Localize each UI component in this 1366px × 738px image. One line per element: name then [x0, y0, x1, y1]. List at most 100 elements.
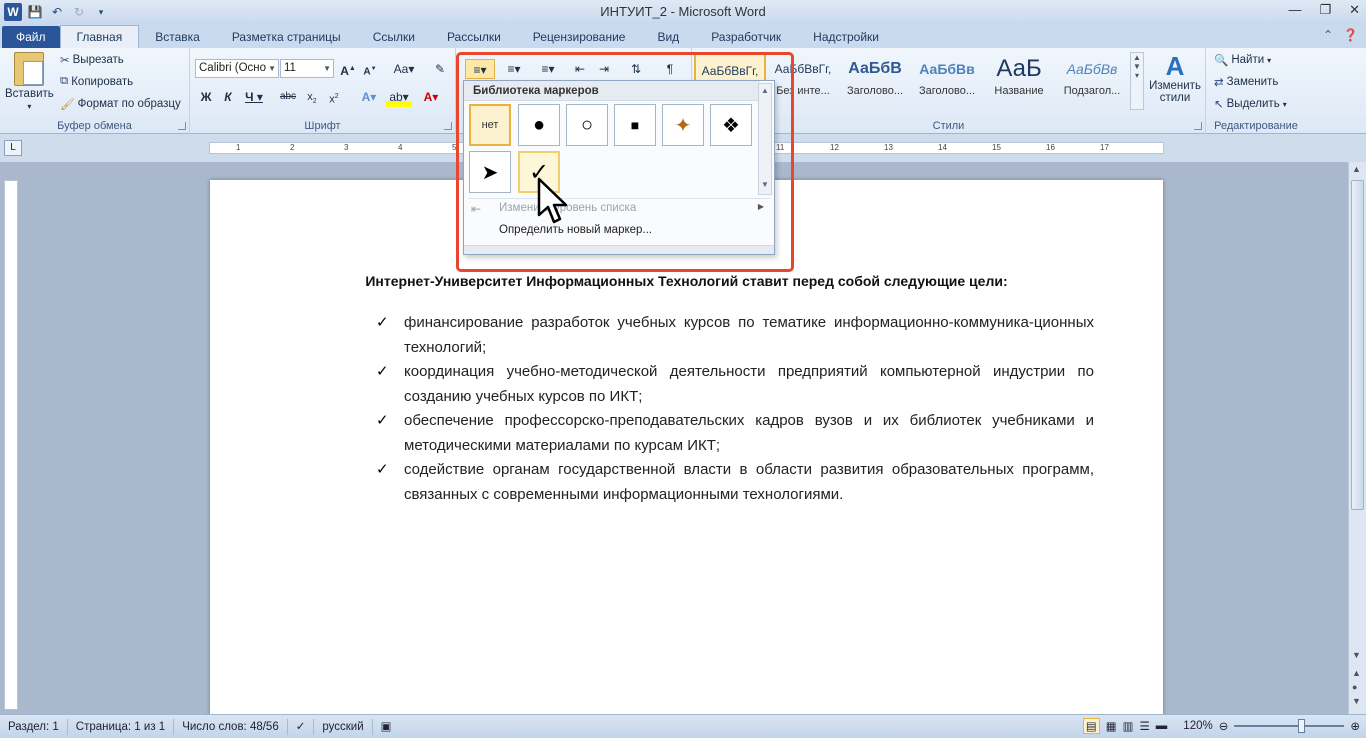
bullets-button[interactable]: ≡▾ [465, 59, 495, 79]
zoom-in-icon[interactable]: ⊕ [1350, 719, 1360, 733]
copy-button[interactable]: ⧉ Копировать [60, 75, 133, 88]
full-screen-reading-icon[interactable]: ▦ [1106, 719, 1117, 733]
vertical-ruler[interactable] [4, 180, 18, 710]
styles-launcher-icon[interactable] [1194, 122, 1202, 130]
bullet-hollow-circle-option[interactable]: ○ [566, 104, 608, 146]
font-size-combo[interactable]: 11 ▼ [280, 59, 334, 78]
clipboard-launcher-icon[interactable] [178, 122, 186, 130]
web-layout-icon[interactable]: ▥ [1123, 719, 1134, 733]
tab-references[interactable]: Ссылки [357, 26, 431, 48]
section-indicator[interactable]: Раздел: 1 [0, 718, 68, 735]
numbering-icon[interactable]: ≡▾ [500, 59, 528, 79]
increase-indent-icon[interactable]: ⇥ [594, 59, 614, 79]
editing-group-label: Редактирование [1214, 120, 1298, 132]
help-icon[interactable]: ❓ [1343, 28, 1358, 42]
style-subtitle[interactable]: АаБбВв Подзагол... [1056, 53, 1128, 107]
document-page[interactable]: Интернет-Университет Информационных Техн… [210, 180, 1163, 714]
minimize-icon[interactable]: — [1288, 2, 1301, 18]
highlight-color-icon[interactable]: ab▾ [386, 87, 412, 107]
grow-font-icon[interactable]: A▲ [338, 59, 358, 79]
tab-page-layout[interactable]: Разметка страницы [216, 26, 357, 48]
tab-mailings[interactable]: Рассылки [431, 26, 517, 48]
bullet-filled-circle-option[interactable]: ● [518, 104, 560, 146]
strikethrough-icon[interactable]: abc [276, 87, 300, 107]
superscript-icon[interactable]: x2 [324, 87, 344, 107]
bullet-star-option[interactable]: ✦ [662, 104, 704, 146]
scroll-thumb[interactable] [1351, 180, 1364, 510]
style-no-spacing[interactable]: АаБбВвГг, Без инте... [768, 53, 838, 107]
tab-home[interactable]: Главная [59, 25, 140, 48]
underline-icon[interactable]: Ч ▾ [240, 87, 268, 107]
tab-review[interactable]: Рецензирование [517, 26, 642, 48]
restore-icon[interactable]: ❐ [1319, 2, 1331, 18]
zoom-out-icon[interactable]: ⊖ [1219, 719, 1229, 733]
font-color-icon[interactable]: A▾ [418, 87, 444, 107]
next-page-icon[interactable]: ▼ [1352, 696, 1361, 706]
change-case-icon[interactable]: Aa▾ [390, 59, 418, 79]
ruler-number: 5 [452, 143, 457, 152]
select-browse-object-icon[interactable]: ● [1352, 682, 1357, 692]
bold-icon[interactable]: Ж [196, 87, 216, 107]
define-new-bullet-item[interactable]: Определить новый маркер... [499, 224, 652, 236]
tab-addins[interactable]: Надстройки [797, 26, 895, 48]
scroll-down-icon[interactable]: ▼ [1352, 650, 1361, 660]
change-styles-button[interactable]: A Изменить стили [1148, 52, 1202, 104]
tab-developer[interactable]: Разработчик [695, 26, 797, 48]
print-layout-icon[interactable]: ▤ [1082, 718, 1100, 734]
list-item[interactable]: ✓ содействие органам государственной вла… [374, 458, 1094, 507]
scroll-up-icon[interactable]: ▲ [1352, 164, 1361, 174]
vertical-scrollbar[interactable]: ▲ ▼ ▲ ● ▼ [1348, 162, 1366, 714]
tab-file[interactable]: Файл [2, 26, 60, 48]
zoom-slider[interactable] [1234, 719, 1345, 733]
previous-page-icon[interactable]: ▲ [1352, 668, 1361, 678]
pilcrow-icon[interactable]: ¶ [660, 59, 680, 79]
replace-button[interactable]: ⇄ Заменить [1214, 75, 1278, 89]
clear-formatting-icon[interactable]: ✎ [430, 59, 450, 79]
list-item[interactable]: ✓ координация учебно-методической деятел… [374, 360, 1094, 409]
resize-grip[interactable] [464, 245, 774, 254]
bullet-arrow-option[interactable]: ➤ [469, 151, 511, 193]
cut-button[interactable]: ✂ Вырезать [60, 53, 124, 67]
tab-view[interactable]: Вид [641, 26, 695, 48]
subscript-icon[interactable]: x2 [302, 87, 322, 107]
shrink-font-icon[interactable]: A▼ [360, 59, 380, 79]
proofing-icon[interactable]: ✓ [288, 718, 315, 735]
scroll-up-icon[interactable]: ▲ [761, 86, 769, 95]
zoom-slider-knob[interactable] [1298, 719, 1306, 733]
zoom-level[interactable]: 120% [1183, 720, 1212, 732]
format-painter-button[interactable]: 🖌 Формат по образцу [60, 97, 181, 111]
italic-icon[interactable]: К [218, 87, 238, 107]
select-button[interactable]: ↖ Выделить ▾ [1214, 97, 1287, 111]
sort-icon[interactable]: ⇅ [626, 59, 646, 79]
font-launcher-icon[interactable] [444, 122, 452, 130]
style-heading-1[interactable]: АаБбВ Заголово... [840, 53, 910, 107]
tab-selector-icon[interactable]: L [4, 140, 22, 156]
styles-scroll[interactable]: ▲ ▼ ▾ [1130, 52, 1144, 110]
draft-icon[interactable]: ▬ [1156, 720, 1168, 732]
dropdown-scrollbar[interactable]: ▲ ▼ [758, 83, 772, 195]
language-indicator[interactable]: русский [314, 718, 373, 735]
close-icon[interactable]: ✕ [1349, 2, 1360, 18]
multilevel-list-icon[interactable]: ≡▾ [534, 59, 562, 79]
tab-insert[interactable]: Вставка [139, 26, 216, 48]
bullet-square-option[interactable]: ■ [614, 104, 656, 146]
outline-icon[interactable]: ☰ [1139, 719, 1149, 733]
paste-button[interactable]: Вставить ▾ [5, 52, 54, 111]
minimize-ribbon-icon[interactable]: ⌃ [1323, 28, 1333, 42]
page-indicator[interactable]: Страница: 1 из 1 [68, 718, 175, 735]
text-effects-icon[interactable]: A▾ [356, 87, 382, 107]
style-heading-2[interactable]: АаБбВв Заголово... [912, 53, 982, 107]
change-styles-icon: A [1165, 51, 1185, 81]
list-item[interactable]: ✓ обеспечение профессорско-преподаватель… [374, 409, 1094, 458]
list-item[interactable]: ✓ финансирование разработок учебных курс… [374, 311, 1094, 360]
macro-recording-icon[interactable]: ▣ [373, 719, 400, 735]
bullet-diamond-option[interactable]: ❖ [710, 104, 752, 146]
font-name-combo[interactable]: Calibri (Осно ▼ [195, 59, 279, 78]
bullet-none-option[interactable]: нет [469, 104, 511, 146]
scroll-down-icon[interactable]: ▼ [761, 180, 769, 189]
decrease-indent-icon[interactable]: ⇤ [570, 59, 590, 79]
status-bar: Раздел: 1 Страница: 1 из 1 Число слов: 4… [0, 714, 1366, 738]
style-title[interactable]: АаБ Название [984, 53, 1054, 107]
word-count[interactable]: Число слов: 48/56 [174, 718, 288, 735]
find-button[interactable]: 🔍 Найти ▾ [1214, 53, 1271, 67]
